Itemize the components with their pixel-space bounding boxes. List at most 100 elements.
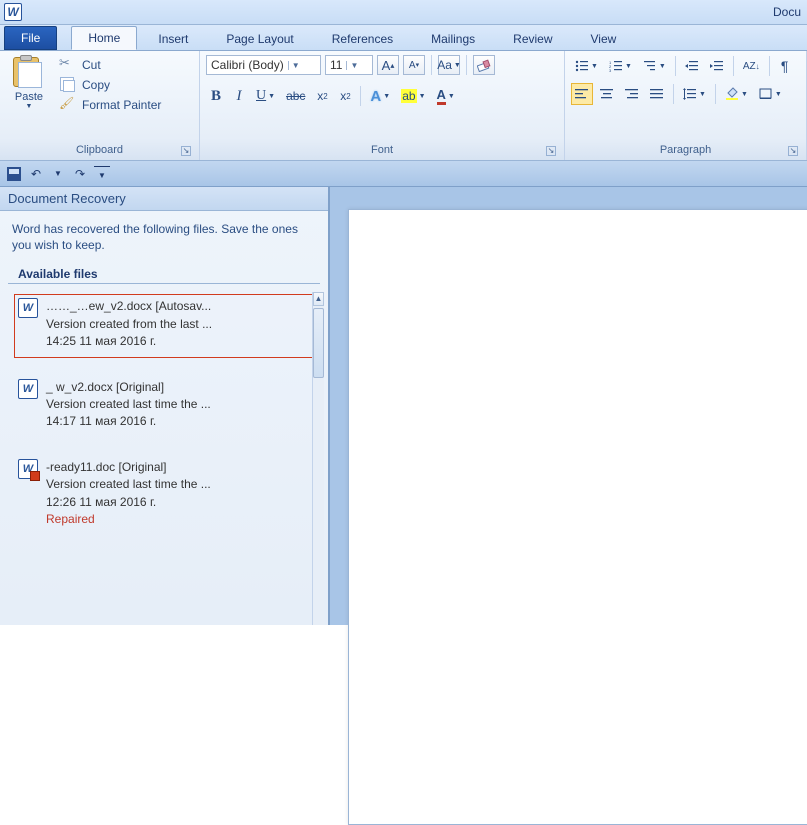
tab-references[interactable]: References bbox=[315, 26, 410, 50]
increase-indent-button[interactable] bbox=[706, 55, 728, 77]
ribbon-tabs: File Home Insert Page Layout References … bbox=[0, 25, 807, 51]
change-case-button[interactable]: Aa▼ bbox=[438, 55, 460, 75]
recovery-title: Document Recovery bbox=[0, 187, 328, 211]
chevron-down-icon: ▼ bbox=[346, 61, 358, 70]
file-status: Repaired bbox=[46, 511, 211, 528]
separator bbox=[675, 56, 676, 76]
document-recovery-pane: Document Recovery Word has recovered the… bbox=[0, 187, 330, 625]
separator bbox=[769, 56, 770, 76]
decrease-indent-button[interactable] bbox=[681, 55, 703, 77]
shading-button[interactable]: ▼ bbox=[721, 83, 752, 105]
italic-button[interactable]: I bbox=[229, 85, 249, 107]
line-spacing-button[interactable]: ▼ bbox=[679, 83, 710, 105]
save-button[interactable] bbox=[6, 166, 22, 182]
group-paragraph: ▼ 123▼ ▼ AZ↓ ¶ ▼ ▼ ▼ bbox=[565, 51, 807, 160]
tab-file[interactable]: File bbox=[4, 26, 57, 50]
file-desc: Version created last time the ... bbox=[46, 476, 211, 493]
clear-formatting-button[interactable] bbox=[473, 55, 495, 75]
font-family-combo[interactable]: Calibri (Body) ▼ bbox=[206, 55, 321, 75]
document-page[interactable] bbox=[348, 209, 807, 825]
highlight-button[interactable]: ab▼ bbox=[397, 85, 429, 107]
recovery-file-item[interactable]: W _ w_v2.docx [Original] Version created… bbox=[14, 373, 312, 439]
clipboard-group-label: Clipboard ↘ bbox=[6, 142, 193, 160]
recovery-message: Word has recovered the following files. … bbox=[0, 211, 328, 263]
align-left-button[interactable] bbox=[571, 83, 593, 105]
copy-button[interactable]: Copy bbox=[56, 77, 165, 93]
scissors-icon bbox=[60, 58, 76, 72]
shrink-font-button[interactable]: A▾ bbox=[403, 55, 425, 75]
separator bbox=[360, 86, 361, 106]
qat-customize[interactable]: ▼ bbox=[94, 166, 110, 182]
file-time: 12:26 11 мая 2016 г. bbox=[46, 494, 211, 511]
paste-button[interactable]: Paste ▼ bbox=[6, 55, 52, 142]
recovery-file-item[interactable]: W -ready11.doc [Original] Version create… bbox=[14, 453, 312, 537]
strikethrough-button[interactable]: abc bbox=[282, 85, 309, 107]
recovery-file-list: W ……_…ew_v2.docx [Autosav... Version cre… bbox=[14, 292, 312, 625]
word-app-icon: W bbox=[4, 3, 22, 21]
document-area bbox=[330, 187, 807, 625]
file-desc: Version created from the last ... bbox=[46, 316, 212, 333]
subscript-button[interactable]: x2 bbox=[312, 85, 332, 107]
paste-label: Paste bbox=[15, 91, 43, 103]
text-effects-button[interactable]: A▼ bbox=[366, 85, 394, 107]
numbering-button[interactable]: 123▼ bbox=[605, 55, 636, 77]
align-right-button[interactable] bbox=[621, 83, 643, 105]
file-name: _ w_v2.docx [Original] bbox=[46, 379, 211, 396]
scroll-up-icon[interactable]: ▲ bbox=[313, 292, 324, 306]
paste-icon bbox=[13, 57, 45, 89]
paragraph-group-label: Paragraph ↘ bbox=[571, 142, 800, 160]
recovery-file-item[interactable]: W ……_…ew_v2.docx [Autosav... Version cre… bbox=[14, 292, 312, 358]
chevron-down-icon: ▼ bbox=[288, 61, 300, 70]
superscript-button[interactable]: x2 bbox=[335, 85, 355, 107]
font-size-value: 11 bbox=[330, 58, 342, 72]
font-size-combo[interactable]: 11 ▼ bbox=[325, 55, 373, 75]
borders-button[interactable]: ▼ bbox=[755, 83, 786, 105]
tab-mailings[interactable]: Mailings bbox=[414, 26, 492, 50]
word-doc-icon: W bbox=[18, 298, 38, 318]
clipboard-launcher[interactable]: ↘ bbox=[181, 146, 191, 156]
font-family-value: Calibri (Body) bbox=[211, 58, 284, 72]
format-painter-label: Format Painter bbox=[82, 98, 161, 112]
font-group-label: Font ↘ bbox=[206, 142, 558, 160]
paragraph-launcher[interactable]: ↘ bbox=[788, 146, 798, 156]
font-color-button[interactable]: A▼ bbox=[433, 85, 459, 107]
copy-label: Copy bbox=[82, 78, 110, 92]
tab-page-layout[interactable]: Page Layout bbox=[209, 26, 310, 50]
available-files-label: Available files bbox=[8, 263, 320, 284]
paint-bucket-icon bbox=[725, 87, 739, 101]
tab-home[interactable]: Home bbox=[71, 26, 137, 50]
ribbon: Paste ▼ Cut Copy Format Painter Clipbo bbox=[0, 51, 807, 161]
align-center-button[interactable] bbox=[596, 83, 618, 105]
quick-access-toolbar: ↶ ▼ ↷ ▼ bbox=[0, 161, 807, 187]
bullets-button[interactable]: ▼ bbox=[571, 55, 602, 77]
sort-button[interactable]: AZ↓ bbox=[739, 55, 764, 77]
scrollbar[interactable]: ▲ bbox=[312, 292, 324, 625]
paste-dropdown-icon: ▼ bbox=[26, 103, 33, 110]
undo-button[interactable]: ↶ bbox=[28, 166, 44, 182]
underline-button[interactable]: U▼ bbox=[252, 85, 279, 107]
workspace: Document Recovery Word has recovered the… bbox=[0, 187, 807, 625]
file-name: -ready11.doc [Original] bbox=[46, 459, 211, 476]
cut-label: Cut bbox=[82, 58, 101, 72]
tab-insert[interactable]: Insert bbox=[141, 26, 205, 50]
tab-review[interactable]: Review bbox=[496, 26, 569, 50]
font-launcher[interactable]: ↘ bbox=[546, 146, 556, 156]
eraser-icon bbox=[477, 58, 491, 72]
tab-view[interactable]: View bbox=[574, 26, 634, 50]
file-desc: Version created last time the ... bbox=[46, 396, 211, 413]
bold-button[interactable]: B bbox=[206, 85, 226, 107]
title-bar: W Docu bbox=[0, 0, 807, 25]
justify-button[interactable] bbox=[646, 83, 668, 105]
format-painter-button[interactable]: Format Painter bbox=[56, 97, 165, 113]
separator bbox=[715, 84, 716, 104]
separator bbox=[431, 55, 432, 75]
separator bbox=[733, 56, 734, 76]
multilevel-list-button[interactable]: ▼ bbox=[639, 55, 670, 77]
scroll-thumb[interactable] bbox=[313, 308, 324, 378]
grow-font-button[interactable]: A▴ bbox=[377, 55, 399, 75]
file-time: 14:25 11 мая 2016 г. bbox=[46, 333, 212, 350]
redo-button[interactable]: ↷ bbox=[72, 166, 88, 182]
show-marks-button[interactable]: ¶ bbox=[775, 55, 795, 77]
cut-button[interactable]: Cut bbox=[56, 57, 165, 73]
undo-dropdown[interactable]: ▼ bbox=[50, 166, 66, 182]
